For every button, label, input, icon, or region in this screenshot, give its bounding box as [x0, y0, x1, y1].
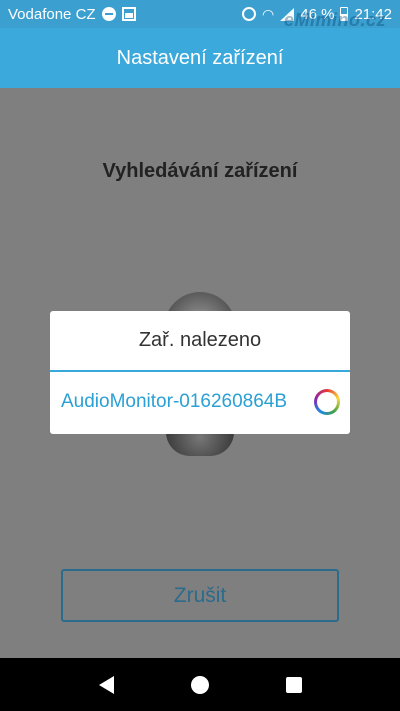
recent-apps-icon[interactable]	[285, 676, 302, 693]
cancel-button[interactable]: Zrušit	[61, 569, 339, 622]
page-title: Nastavení zařízení	[116, 46, 284, 69]
device-image-bottom	[166, 432, 234, 456]
search-heading: Vyhledávání zařízení	[102, 160, 298, 182]
home-icon[interactable]	[190, 675, 209, 694]
carrier-name: Vodafone CZ	[8, 5, 96, 23]
alarm-icon	[242, 7, 257, 21]
device-list-item[interactable]: AudioMonitor-016260864B	[50, 372, 350, 432]
wifi-icon: ◠	[262, 6, 275, 22]
device-found-dialog: Zař. nalezeno AudioMonitor-016260864B	[50, 311, 350, 434]
navigation-bar	[0, 658, 400, 711]
device-name: AudioMonitor-016260864B	[61, 391, 288, 412]
loading-spinner-icon	[314, 389, 340, 415]
back-icon[interactable]	[98, 675, 114, 694]
app-bar: Nastavení zařízení	[0, 28, 400, 88]
do-not-disturb-icon	[101, 7, 116, 21]
dialog-title: Zař. nalezeno	[50, 311, 350, 372]
gallery-icon	[121, 7, 136, 21]
